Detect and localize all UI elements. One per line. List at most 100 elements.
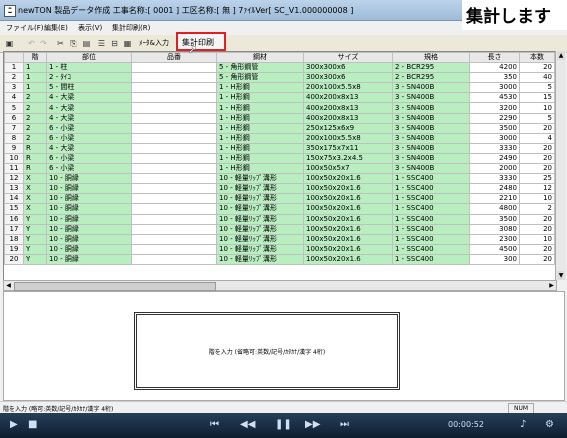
table-cell[interactable]: 12 bbox=[519, 183, 555, 195]
column-header[interactable]: 本数 bbox=[519, 52, 555, 64]
table-cell[interactable]: 2 bbox=[23, 102, 47, 114]
table-cell[interactable]: Y bbox=[23, 243, 47, 255]
menu-view[interactable]: 表示(V) bbox=[78, 23, 102, 33]
copy-icon[interactable]: ⎘ bbox=[68, 38, 79, 49]
settings-icon[interactable]: ⚙ bbox=[545, 419, 554, 430]
table-cell[interactable]: 6 - 小梁 bbox=[46, 163, 132, 175]
table-row[interactable]: 212 - ﾀｲｺ 5 - 角形鋼管 300x300x6 2 - BCR295 350 4… bbox=[4, 72, 555, 84]
table-cell[interactable]: 300 bbox=[469, 253, 520, 265]
table-cell[interactable]: 2 bbox=[23, 112, 47, 124]
table-cell[interactable] bbox=[131, 102, 217, 114]
table-row[interactable]: 16 Y 10 - 胴縁 10 - 軽量ﾘｯﾌﾟ溝形 100x50x20x1.6 1 - … bbox=[4, 213, 555, 225]
table-cell[interactable]: 10 - 軽量ﾘｯﾌﾟ溝形 bbox=[216, 213, 304, 225]
table-cell[interactable]: 6 - 小梁 bbox=[46, 122, 132, 134]
table-cell[interactable] bbox=[131, 163, 217, 175]
table-cell[interactable]: X bbox=[23, 173, 47, 185]
table-cell[interactable]: 2300 bbox=[469, 233, 520, 245]
table-cell[interactable]: 300x300x6 bbox=[303, 72, 393, 84]
table-cell[interactable]: 100x50x20x1.6 bbox=[303, 213, 393, 225]
table-cell[interactable]: 20 bbox=[519, 243, 555, 255]
table-row[interactable]: 14 X 10 - 胴縁 10 - 軽量ﾘｯﾌﾟ溝形 100x50x20x1.6 1 - … bbox=[4, 193, 555, 205]
table-cell[interactable] bbox=[131, 92, 217, 104]
table-cell[interactable]: 40 bbox=[519, 72, 555, 84]
table-cell[interactable]: 5 - 角形鋼管 bbox=[216, 62, 304, 74]
horizontal-scrollbar[interactable]: ◀ ▶ bbox=[3, 280, 557, 291]
table-cell[interactable] bbox=[131, 122, 217, 134]
table-cell[interactable]: 1 - H形鋼 bbox=[216, 92, 304, 104]
table-cell[interactable]: 4200 bbox=[469, 62, 520, 74]
table-cell[interactable]: 10 bbox=[519, 102, 555, 114]
table-cell[interactable]: 5 bbox=[519, 112, 555, 124]
table-cell[interactable]: 2490 bbox=[469, 152, 520, 165]
table-cell[interactable]: 3080 bbox=[469, 223, 520, 235]
table-cell[interactable]: 3 - SN400B bbox=[392, 152, 470, 165]
table-cell[interactable]: 100x50x20x1.6 bbox=[303, 243, 393, 255]
table-cell[interactable]: 10 bbox=[519, 233, 555, 245]
table-row[interactable]: 18 Y 10 - 胴縁 10 - 軽量ﾘｯﾌﾟ溝形 100x50x20x1.6 1 - … bbox=[4, 233, 555, 245]
table-cell[interactable]: 200x100x5.5x8 bbox=[303, 82, 393, 94]
table-row[interactable]: 111 - 柱5 - 角形鋼管 300x300x6 2 - BCR295 4200 20 bbox=[4, 62, 555, 74]
table-cell[interactable]: 1 - SSC400 bbox=[392, 223, 470, 235]
table-row[interactable]: 19 Y 10 - 胴縁 10 - 軽量ﾘｯﾌﾟ溝形 100x50x20x1.6 1 - … bbox=[4, 243, 555, 255]
table-cell[interactable]: 2480 bbox=[469, 183, 520, 195]
stop-icon[interactable]: ■ bbox=[28, 419, 37, 430]
table-cell[interactable]: X bbox=[23, 203, 47, 215]
table-cell[interactable]: 100x50x20x1.6 bbox=[303, 203, 393, 215]
previous-icon[interactable]: ⏮ bbox=[210, 419, 219, 430]
table-cell[interactable]: Y bbox=[23, 253, 47, 265]
menu-print[interactable]: 集計印刷(R) bbox=[112, 23, 150, 33]
table-cell[interactable]: 6 - 小梁 bbox=[46, 132, 132, 144]
table-cell[interactable]: 10 - 軽量ﾘｯﾌﾟ溝形 bbox=[216, 253, 304, 265]
table-row[interactable]: 20 Y 10 - 胴縁 10 - 軽量ﾘｯﾌﾟ溝形 100x50x20x1.6 1 - … bbox=[4, 253, 555, 265]
table-cell[interactable]: 4 - 大梁 bbox=[46, 102, 132, 114]
table-cell[interactable]: 2 bbox=[519, 203, 555, 215]
table-cell[interactable]: 250x125x6x9 bbox=[303, 122, 393, 134]
table-cell[interactable]: 100x50x20x1.6 bbox=[303, 183, 393, 195]
table-cell[interactable]: 10 - 胴縁 bbox=[46, 253, 132, 265]
cut-icon[interactable]: ✂ bbox=[55, 38, 66, 49]
table-cell[interactable] bbox=[131, 112, 217, 124]
table-cell[interactable]: 10 - 軽量ﾘｯﾌﾟ溝形 bbox=[216, 233, 304, 245]
table-cell[interactable]: R bbox=[23, 163, 47, 175]
column-header[interactable]: サイズ bbox=[303, 52, 393, 64]
column-header[interactable]: 階 bbox=[23, 52, 47, 64]
column-header[interactable]: 部位 bbox=[46, 52, 132, 64]
table-cell[interactable] bbox=[131, 233, 217, 245]
column-header[interactable] bbox=[4, 52, 24, 64]
table-cell[interactable]: 2 bbox=[23, 92, 47, 104]
table-cell[interactable]: 150x75x3.2x4.5 bbox=[303, 152, 393, 165]
table-cell[interactable]: 4 bbox=[519, 132, 555, 144]
table-cell[interactable]: 3 - SN400B bbox=[392, 122, 470, 134]
table-cell[interactable]: 20 bbox=[519, 62, 555, 74]
table-cell[interactable]: 1 - H形鋼 bbox=[216, 132, 304, 144]
redo-icon[interactable]: ↷ bbox=[38, 38, 49, 49]
table-cell[interactable]: 6 - 小梁 bbox=[46, 152, 132, 165]
table-cell[interactable]: 2 bbox=[23, 132, 47, 144]
table-cell[interactable]: 10 - 胴縁 bbox=[46, 183, 132, 195]
table-cell[interactable]: 10 - 軽量ﾘｯﾌﾟ溝形 bbox=[216, 173, 304, 185]
table-cell[interactable]: 1 - SSC400 bbox=[392, 193, 470, 205]
table-cell[interactable]: 10 - 軽量ﾘｯﾌﾟ溝形 bbox=[216, 223, 304, 235]
table-cell[interactable]: 10 - 胴縁 bbox=[46, 173, 132, 185]
table-cell[interactable]: 3000 bbox=[469, 82, 520, 94]
save-icon[interactable]: ▣ bbox=[4, 38, 15, 49]
member-input-button[interactable]: ﾒｰﾀ&入力 bbox=[137, 37, 171, 49]
table-row[interactable]: 315 - 間柱 1 - H形鋼 200x100x5.5x8 3 - SN400B 30… bbox=[4, 82, 555, 94]
table-cell[interactable]: 3 - SN400B bbox=[392, 102, 470, 114]
next-icon[interactable]: ⏭ bbox=[340, 419, 349, 430]
table-cell[interactable]: 1 - SSC400 bbox=[392, 203, 470, 215]
table-cell[interactable]: 20 bbox=[519, 163, 555, 175]
table-cell[interactable]: 3 - SN400B bbox=[392, 112, 470, 124]
table-cell[interactable]: 100x50x20x1.6 bbox=[303, 173, 393, 185]
forward-icon[interactable]: ▶▶ bbox=[305, 419, 320, 430]
table-cell[interactable]: X bbox=[23, 183, 47, 195]
table-cell[interactable]: 5 - 間柱 bbox=[46, 82, 132, 94]
horizontal-scroll-thumb[interactable] bbox=[14, 282, 216, 291]
table-cell[interactable]: 3000 bbox=[469, 132, 520, 144]
table-row[interactable]: 624 - 大梁 1 - H形鋼 400x200x8x13 3 - SN400B 229… bbox=[4, 112, 555, 124]
table-cell[interactable]: 2 - ﾀｲｺ bbox=[46, 72, 132, 84]
table-cell[interactable] bbox=[131, 152, 217, 165]
table-cell[interactable]: 4 - 大梁 bbox=[46, 142, 132, 154]
table-cell[interactable]: 100x50x20x1.6 bbox=[303, 193, 393, 205]
table-cell[interactable]: 10 - 胴縁 bbox=[46, 213, 132, 225]
